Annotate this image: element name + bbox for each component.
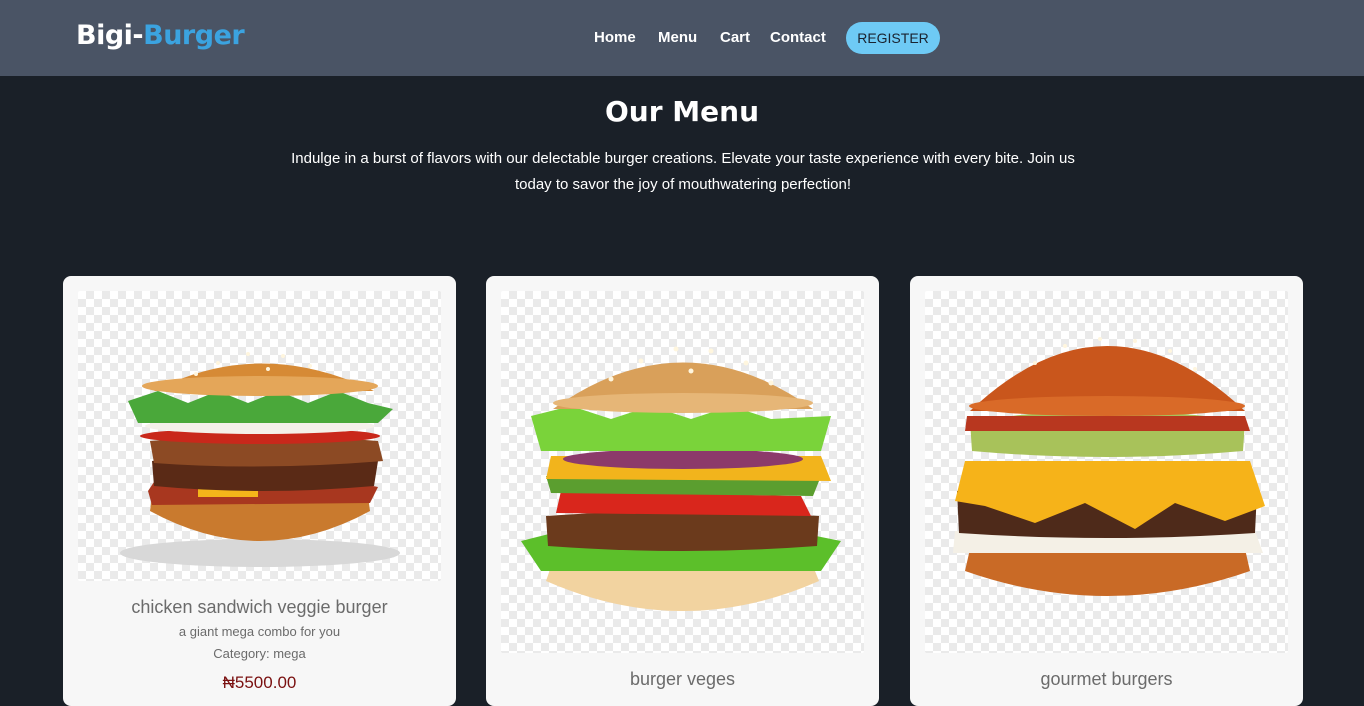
menu-title: Our Menu (604, 95, 759, 128)
product-name: gourmet burgers (1040, 669, 1173, 689)
product-image-2[interactable] (501, 291, 864, 653)
product-card-3[interactable]: gourmet burgers (910, 276, 1303, 706)
navbar: Bigi-Burger Home Menu Cart Contact REGIS… (0, 0, 1364, 76)
product-card-2[interactable]: burger veges (486, 276, 879, 706)
register-button[interactable]: REGISTER (846, 22, 940, 54)
brand-part-1: Bigi- (76, 20, 144, 51)
product-price: ₦5500.00 (222, 673, 297, 692)
product-image-1[interactable] (78, 291, 441, 581)
nav-menu-link[interactable]: Menu (658, 29, 697, 46)
product-image-3[interactable] (925, 291, 1288, 653)
brand-logo[interactable]: Bigi-Burger (76, 20, 245, 51)
product-category: Category: mega (213, 646, 306, 661)
product-name: burger veges (629, 669, 736, 689)
nav-cart-link[interactable]: Cart (720, 29, 750, 46)
menu-intro: Indulge in a burst of flavors with our d… (291, 150, 1075, 193)
product-description: a giant mega combo for you (178, 624, 341, 639)
product-card-1[interactable]: chicken sandwich veggie burger a giant m… (63, 276, 456, 706)
nav-home-link[interactable]: Home (594, 29, 636, 46)
burger-illustration (120, 352, 400, 567)
burger-illustration (953, 337, 1265, 596)
burger-illustration (521, 346, 841, 611)
product-name: chicken sandwich veggie burger (131, 597, 388, 617)
brand-part-2: Burger (143, 20, 245, 51)
nav-contact-link[interactable]: Contact (770, 29, 826, 46)
